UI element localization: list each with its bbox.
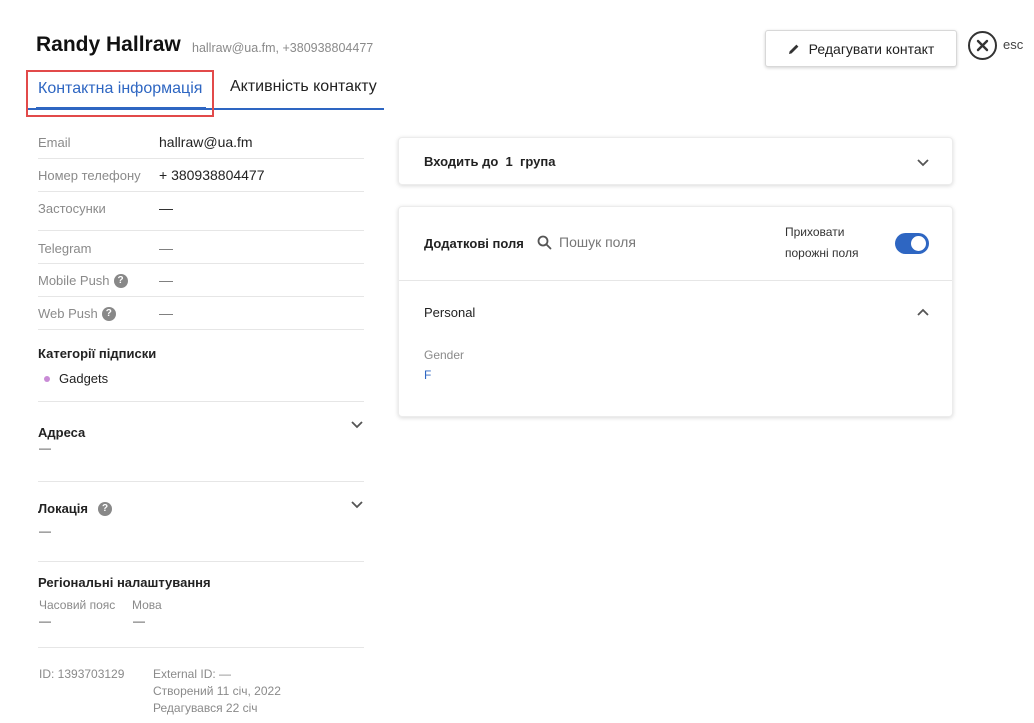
external-id: External ID: — — [153, 667, 232, 681]
edit-contact-label: Редагувати контакт — [808, 40, 935, 57]
info-label-apps: Застосунки — [38, 201, 106, 216]
close-icon — [976, 39, 989, 52]
tab-contact-info-label: Контактна інформація — [38, 80, 203, 97]
edit-contact-button[interactable]: Редагувати контакт — [765, 30, 957, 67]
chevron-down-icon[interactable] — [350, 418, 364, 432]
info-row-telegram: Telegram — — [38, 231, 364, 264]
info-value-apps: — — [159, 200, 173, 216]
section-divider — [38, 647, 364, 648]
esc-label: esc — [1003, 37, 1024, 52]
help-icon[interactable]: ? — [101, 306, 116, 321]
mobile-push-label: Mobile Push — [38, 273, 110, 288]
contact-name: Randy Hallraw — [36, 33, 181, 56]
location-value: — — [39, 524, 51, 538]
timezone-value: — — [39, 614, 51, 628]
personal-section-title: Personal — [424, 305, 476, 320]
chevron-down-icon[interactable] — [916, 156, 930, 170]
gender-label: Gender — [424, 348, 465, 362]
hide-empty-label: Приховати порожні поля — [785, 225, 859, 260]
info-label-mobile-push: Mobile Push ? — [38, 273, 128, 288]
location-title: Локація — [38, 501, 88, 516]
active-tab-indicator — [36, 107, 206, 110]
card-divider — [399, 280, 952, 281]
info-label-phone: Номер телефону — [38, 168, 141, 183]
info-row-email: Email hallraw@ua.fm — [38, 126, 364, 159]
section-divider — [38, 401, 364, 402]
created-date: Створений 11 січ, 2022 — [153, 684, 281, 698]
close-button[interactable] — [968, 31, 997, 60]
timezone-label: Часовий пояс — [39, 598, 116, 612]
additional-fields-title: Додаткові поля — [424, 236, 524, 251]
info-row-mobile-push: Mobile Push ? — — [38, 264, 364, 297]
info-label-telegram: Telegram — [38, 241, 92, 256]
info-value-mobile-push: — — [159, 272, 173, 288]
help-icon[interactable]: ? — [98, 501, 112, 516]
toggle-knob — [911, 236, 926, 251]
contact-subtitle: hallraw@ua.fm, +380938804477 — [192, 41, 374, 55]
info-label-web-push: Web Push ? — [38, 306, 116, 321]
groups-title: Входить до 1 група — [424, 154, 556, 169]
info-row-web-push: Web Push ? — — [38, 297, 364, 330]
address-value: — — [39, 441, 51, 455]
tab-bar: Контактна інформація Активність контакту — [26, 70, 384, 117]
info-row-apps: Застосунки — — [38, 192, 364, 231]
tab-contact-activity[interactable]: Активність контакту — [230, 78, 377, 96]
contact-id: ID: 1393703129 — [39, 667, 125, 681]
subscription-title: Категорії підписки — [38, 346, 157, 361]
search-icon — [537, 235, 552, 250]
regional-title: Регіональні налаштування — [38, 575, 211, 590]
help-icon[interactable]: ? — [113, 273, 128, 288]
info-value-phone: + 380938804477 — [159, 167, 265, 183]
web-push-label: Web Push — [38, 306, 98, 321]
chevron-down-icon[interactable] — [350, 498, 364, 512]
language-value: — — [133, 614, 145, 628]
info-row-phone: Номер телефону + 380938804477 — [38, 159, 364, 192]
info-value-email: hallraw@ua.fm — [159, 134, 253, 150]
chevron-up-icon[interactable] — [916, 305, 930, 319]
tab-contact-info[interactable]: Контактна інформація — [26, 70, 214, 117]
edited-date: Редагувався 22 січ — [153, 701, 258, 715]
address-title: Адреса — [38, 425, 86, 440]
additional-fields-card: Додаткові поля Приховати порожні поля Pe… — [398, 206, 953, 417]
subscription-bullet-icon — [44, 376, 50, 382]
section-divider — [38, 561, 364, 562]
info-label-email: Email — [38, 135, 71, 150]
groups-card[interactable]: Входить до 1 група — [398, 137, 953, 185]
field-search-input[interactable] — [559, 234, 759, 250]
location-title-row: Локація ? — [38, 501, 112, 516]
info-value-telegram: — — [159, 240, 173, 256]
pencil-icon — [788, 44, 799, 54]
language-label: Мова — [132, 598, 162, 612]
info-value-web-push: — — [159, 305, 173, 321]
subscription-item: Gadgets — [59, 371, 109, 386]
hide-empty-toggle[interactable] — [895, 233, 929, 254]
gender-value: F — [424, 368, 432, 382]
section-divider — [38, 481, 364, 482]
